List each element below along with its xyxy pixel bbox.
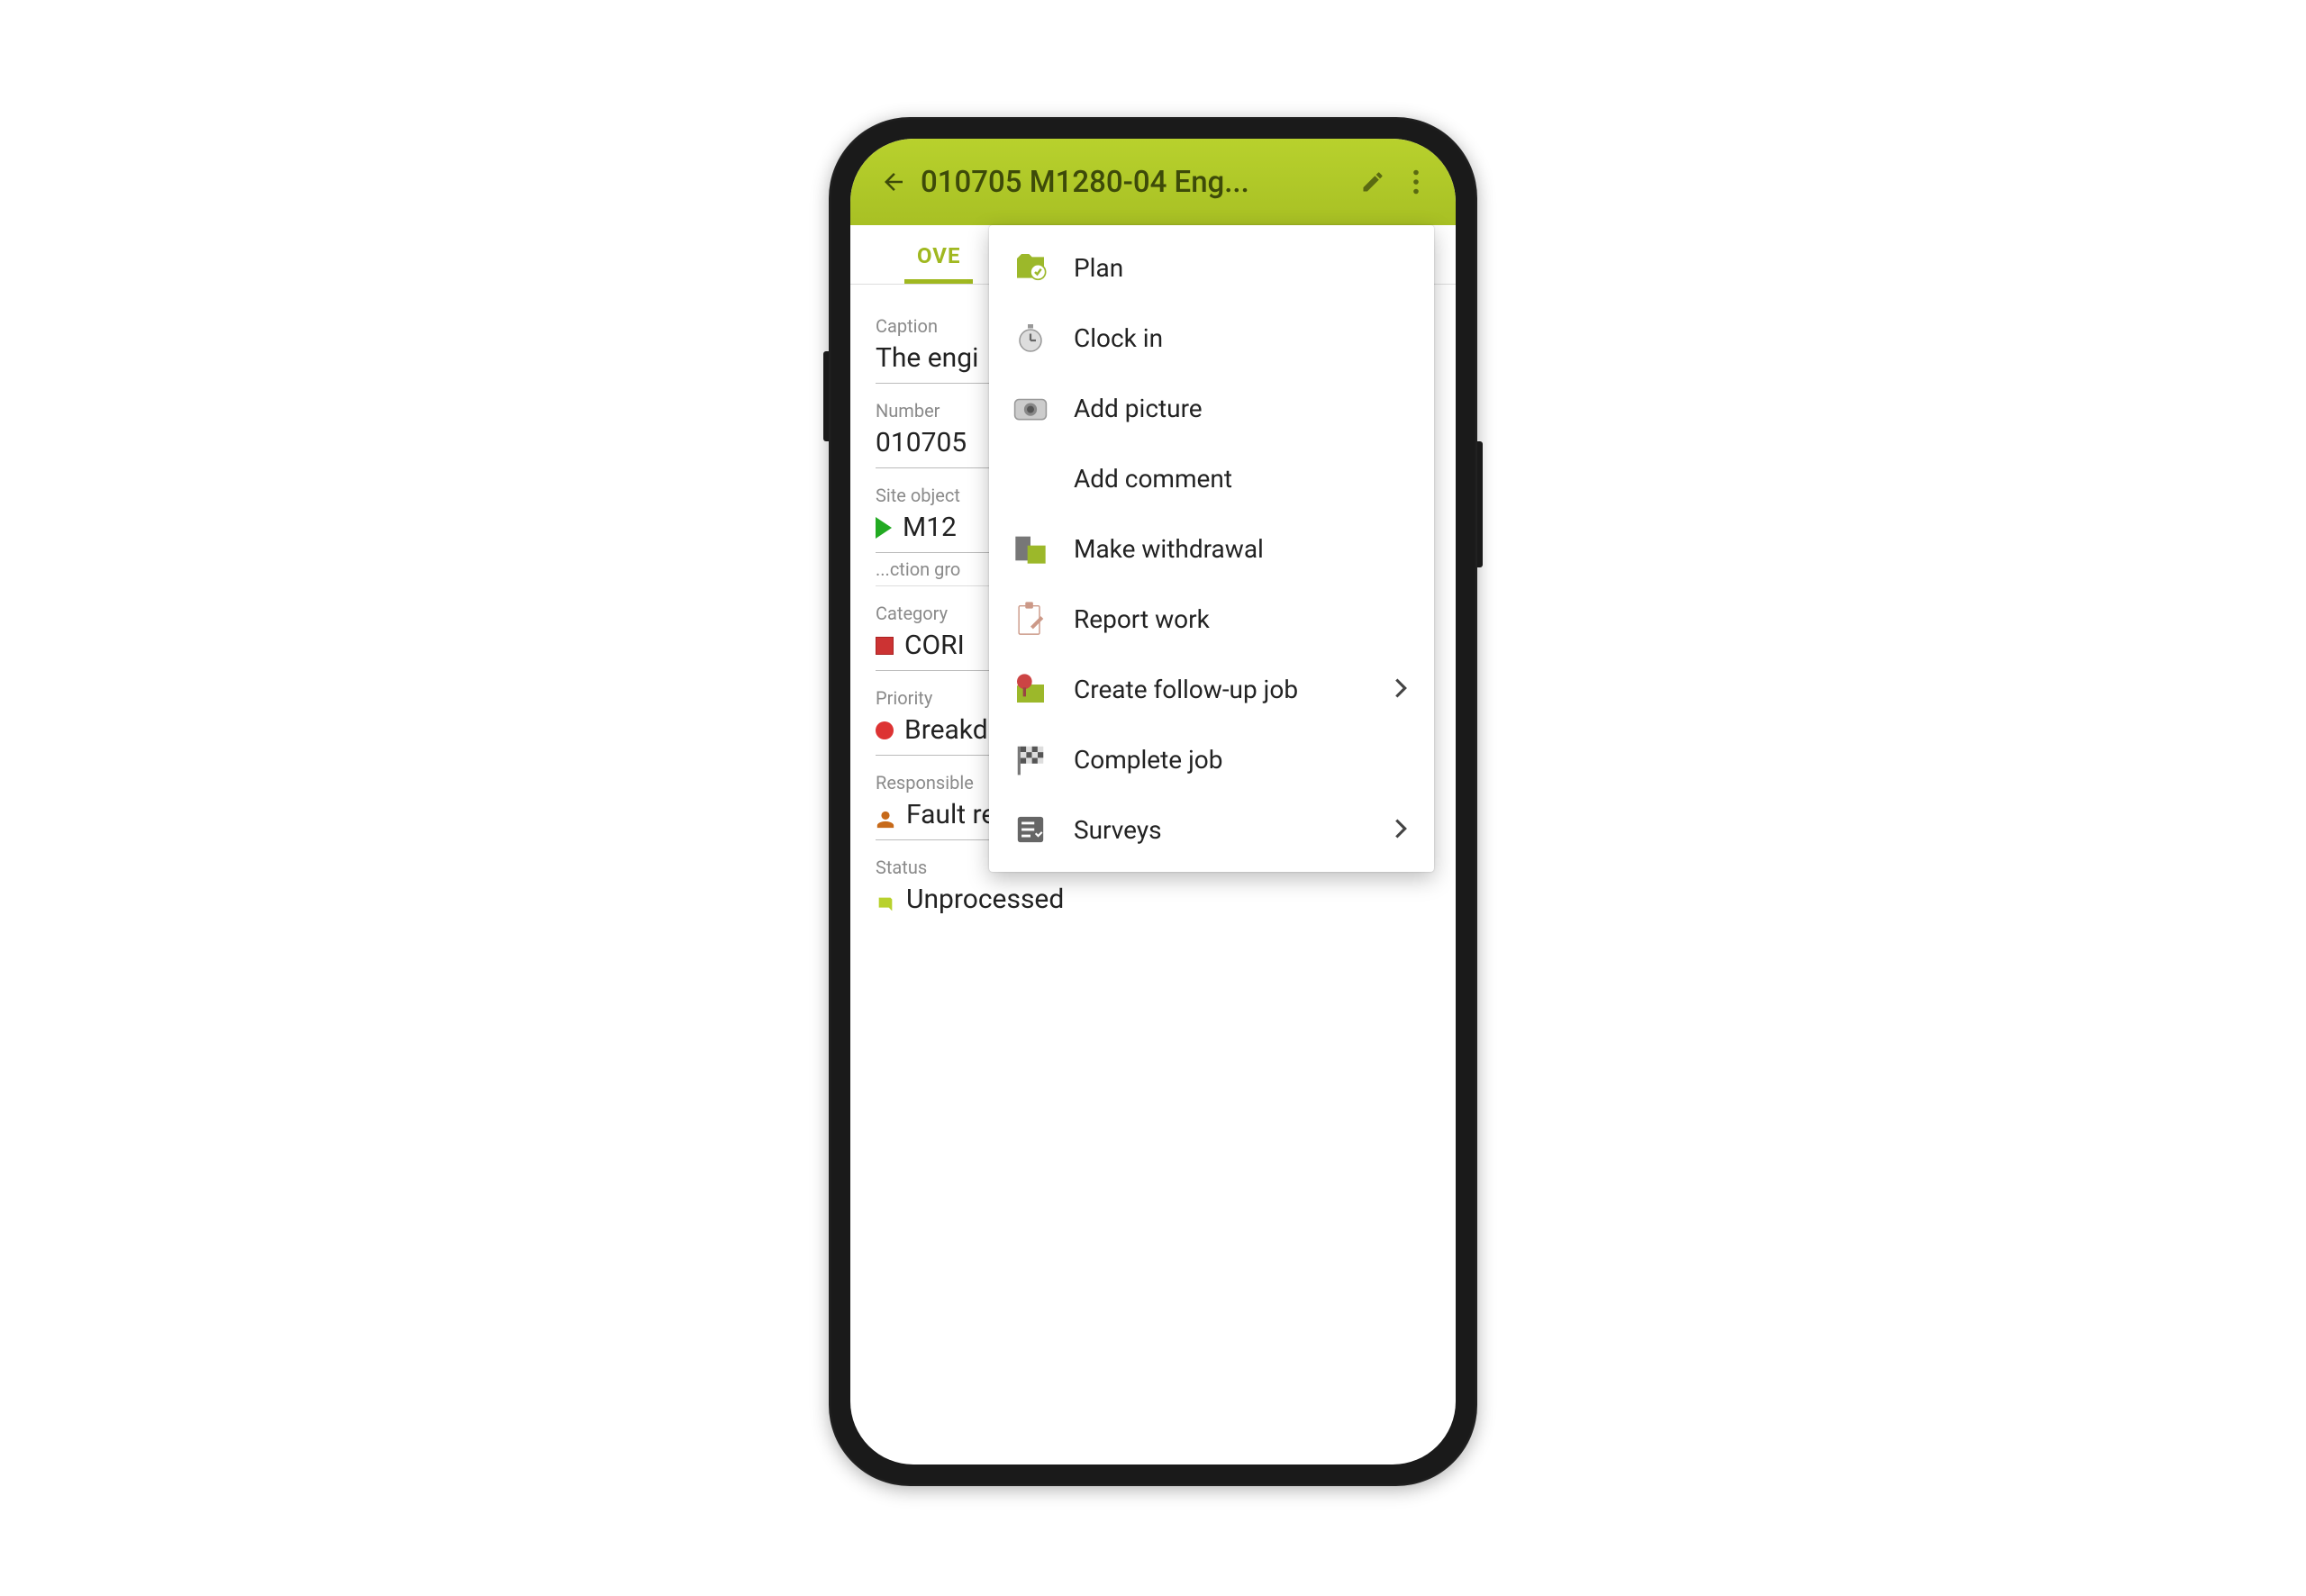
status-text: Unprocessed: [906, 884, 1064, 915]
withdrawal-icon: [1011, 529, 1050, 568]
tab-overview[interactable]: OVE: [904, 243, 973, 284]
edit-button[interactable]: [1351, 169, 1394, 195]
menu-label: Complete job: [1074, 745, 1412, 775]
stopwatch-icon: [1011, 318, 1050, 358]
overflow-button[interactable]: [1394, 169, 1438, 195]
person-icon: [876, 805, 895, 825]
menu-item-create-followup[interactable]: Create follow-up job: [989, 654, 1434, 724]
menu-item-add-picture[interactable]: Add picture: [989, 373, 1434, 443]
menu-item-make-withdrawal[interactable]: Make withdrawal: [989, 513, 1434, 584]
priority-dot-icon: [876, 721, 894, 739]
dots-vertical-icon: [1412, 169, 1420, 195]
note-icon: [876, 890, 895, 910]
clipboard-pencil-icon: [1011, 599, 1050, 639]
survey-list-icon: [1011, 810, 1050, 849]
menu-item-complete-job[interactable]: Complete job: [989, 724, 1434, 794]
chevron-right-icon: [1394, 675, 1412, 704]
field-value[interactable]: Unprocessed: [876, 878, 1430, 924]
camera-icon: [1011, 388, 1050, 428]
play-icon: [876, 517, 892, 539]
menu-label: Make withdrawal: [1074, 534, 1412, 564]
category-icon: [876, 637, 894, 655]
checkered-flag-icon: [1011, 739, 1050, 779]
pencil-icon: [1360, 169, 1385, 195]
menu-label: Report work: [1074, 604, 1412, 634]
category-text: CORI: [904, 630, 965, 661]
menu-item-clock-in[interactable]: Clock in: [989, 303, 1434, 373]
back-arrow-icon: [880, 168, 907, 195]
menu-label: Clock in: [1074, 323, 1412, 353]
phone-frame: 010705 M1280-04 Eng... OVE Caption: [829, 117, 1477, 1486]
menu-item-surveys[interactable]: Surveys: [989, 794, 1434, 865]
menu-item-plan[interactable]: Plan: [989, 232, 1434, 303]
comment-icon: [1011, 458, 1050, 498]
menu-label: Add comment: [1074, 464, 1412, 494]
menu-label: Create follow-up job: [1074, 675, 1371, 704]
app-screen: 010705 M1280-04 Eng... OVE Caption: [850, 139, 1456, 1465]
folder-check-icon: [1011, 248, 1050, 287]
menu-item-report-work[interactable]: Report work: [989, 584, 1434, 654]
app-bar: 010705 M1280-04 Eng...: [850, 139, 1456, 225]
overflow-menu: Plan Clock in Add picture Add comment: [989, 225, 1434, 872]
menu-label: Add picture: [1074, 394, 1412, 423]
back-button[interactable]: [876, 168, 912, 195]
menu-label: Plan: [1074, 253, 1412, 283]
page-title: 010705 M1280-04 Eng...: [912, 165, 1351, 200]
menu-item-add-comment[interactable]: Add comment: [989, 443, 1434, 513]
pin-folder-icon: [1011, 669, 1050, 709]
menu-label: Surveys: [1074, 815, 1371, 845]
site-object-text: M12: [903, 512, 957, 543]
chevron-right-icon: [1394, 815, 1412, 845]
